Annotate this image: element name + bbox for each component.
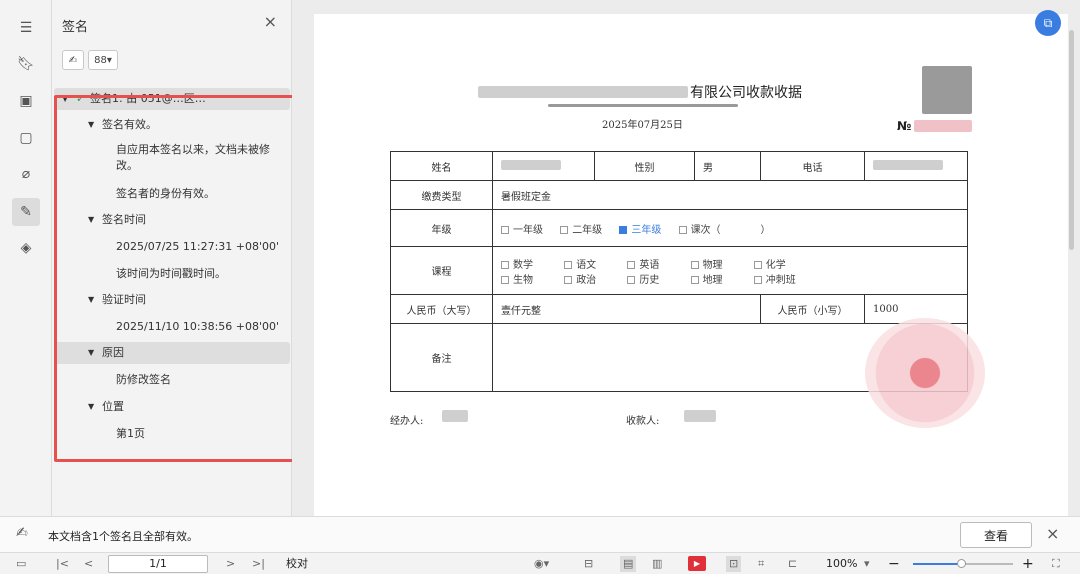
zoom-out-icon[interactable]: −: [888, 556, 900, 572]
doc-date: 2025年07月25日: [602, 120, 683, 131]
gender-value: 男: [694, 151, 761, 181]
grade-label: 年级: [390, 209, 493, 247]
remark-label: 备注: [390, 323, 493, 392]
signature-status-bar: ✍ 本文档含1个签名且全部有效。 查看 ×: [0, 516, 1080, 552]
zoom-level[interactable]: 100%: [826, 556, 857, 572]
attachment-icon[interactable]: ⌀: [16, 164, 36, 184]
sidebar-toggle-icon[interactable]: ▭: [16, 556, 26, 572]
actual-size-icon[interactable]: ⊡: [726, 556, 742, 572]
grade-options: 一年级 二年级 三年级 课次（ ）: [492, 209, 968, 247]
fit-width-icon[interactable]: ⊟: [584, 556, 593, 572]
zoom-in-icon[interactable]: +: [1022, 556, 1034, 572]
double-page-icon[interactable]: ▥: [652, 556, 662, 572]
pen-icon: ✍: [68, 54, 78, 66]
first-page-icon[interactable]: |<: [56, 556, 69, 572]
sign-tool-button[interactable]: ✍: [62, 50, 84, 70]
panel-title: 签名: [62, 20, 89, 35]
redacted-payee: [684, 410, 716, 422]
fit-page-icon[interactable]: ⌗: [758, 556, 764, 572]
close-icon[interactable]: ×: [264, 12, 277, 31]
status-message: 本文档含1个签名且全部有效。: [48, 530, 198, 543]
course-options: 数学 语文 英语 物理 化学 生物 政治 历史 地理 冲刺班: [492, 246, 968, 295]
single-page-icon[interactable]: ▤: [620, 556, 637, 572]
name-label: 姓名: [390, 151, 493, 181]
doc-title: 有限公司收款收据: [690, 85, 802, 101]
signature-status-icon: ✍: [16, 525, 28, 541]
payee-label: 收款人:: [626, 416, 660, 427]
layers-icon[interactable]: ◈: [16, 238, 36, 258]
next-page-icon[interactable]: >: [226, 556, 235, 572]
zoom-slider-handle[interactable]: [957, 559, 966, 568]
zoom-slider-fill: [913, 563, 961, 565]
fee-type-value: 暑假班定金: [492, 180, 968, 210]
name-value: [492, 151, 595, 181]
rmb-big-value: 壹仟元整: [492, 294, 761, 324]
redacted-receipt-no: [914, 120, 972, 132]
redacted-handler: [442, 410, 468, 422]
translate-icon[interactable]: ⧉: [1035, 10, 1061, 36]
scrollbar[interactable]: [1069, 30, 1074, 250]
rmb-big-label: 人民币（大写）: [390, 294, 493, 324]
handler-label: 经办人:: [390, 416, 424, 427]
eye-icon[interactable]: ◉▾: [534, 556, 549, 572]
fullscreen-icon[interactable]: ⛶: [1052, 556, 1060, 572]
proofread-button[interactable]: 校对: [286, 556, 308, 572]
title-underline: [548, 104, 738, 107]
redacted-company: [478, 86, 688, 98]
redacted-qr: [922, 66, 972, 114]
phone-value: [864, 151, 968, 181]
close-icon[interactable]: ×: [1046, 524, 1059, 543]
prev-page-icon[interactable]: <: [84, 556, 93, 572]
highlight-box: [54, 95, 298, 462]
view-options-button[interactable]: 88▾: [88, 50, 118, 70]
thumbnail-icon[interactable]: ▣: [16, 91, 36, 111]
bookmark-icon[interactable]: 🔖︎: [16, 54, 36, 74]
rmb-small-label: 人民币（小写）: [760, 294, 865, 324]
view-button[interactable]: 查看: [960, 522, 1032, 548]
phone-label: 电话: [760, 151, 865, 181]
receipt-no-label: №: [897, 119, 912, 133]
course-label: 课程: [390, 246, 493, 295]
company-seal: [865, 318, 985, 428]
bottom-toolbar: ▭ |< < 1/1 > >| 校对 ◉▾ ⊟ ▤ ▥ ▶ ⊡ ⌗ ⊏ 100%…: [0, 552, 1080, 574]
gender-label: 性别: [594, 151, 695, 181]
crop-icon[interactable]: ⊏: [788, 556, 797, 572]
signature-icon[interactable]: ✎: [12, 198, 40, 226]
last-page-icon[interactable]: >|: [252, 556, 265, 572]
left-rail: ☰ 🔖︎ ▣ ▢ ⌀ ✎ ◈: [0, 0, 52, 516]
comment-icon[interactable]: ▢: [16, 128, 36, 148]
fee-type-label: 缴费类型: [390, 180, 493, 210]
zoom-dropdown-icon[interactable]: ▾: [864, 556, 870, 572]
page-number-input[interactable]: 1/1: [108, 555, 208, 573]
outline-icon[interactable]: ☰: [16, 18, 36, 38]
play-icon[interactable]: ▶: [688, 556, 706, 571]
